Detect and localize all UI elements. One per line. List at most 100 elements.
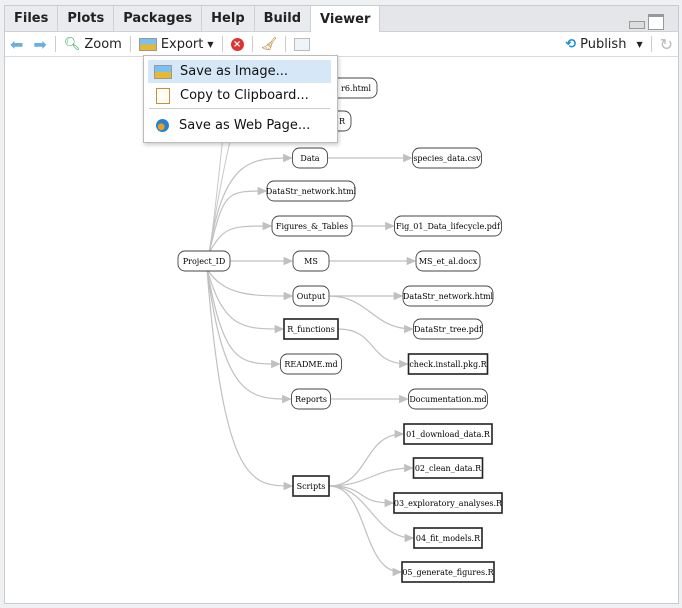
- node-label: Fig_01_Data_lifecycle.pdf: [396, 222, 501, 231]
- node-label: DataStr_network.html: [403, 292, 494, 301]
- tab-build[interactable]: Build: [254, 6, 312, 31]
- diagram-node[interactable]: 04_fit_models.R: [413, 527, 483, 549]
- node-label: DataStr_tree.pdf: [414, 325, 483, 334]
- tab-help[interactable]: Help: [202, 6, 255, 31]
- remove-viewer-button[interactable]: ×: [226, 33, 249, 55]
- directory-tree-diagram: Project_ID r6.html R Data species_data.csv Da…: [177, 56, 503, 583]
- diagram-node[interactable]: Output: [292, 285, 330, 307]
- clipboard-icon: [156, 87, 170, 104]
- menu-item-label: Save as Image...: [180, 64, 289, 79]
- publish-label: Publish: [580, 36, 627, 52]
- zoom-label: Zoom: [84, 36, 122, 52]
- divider: [251, 36, 253, 52]
- node-label: R: [339, 117, 346, 126]
- diagram-node[interactable]: MS_et_al.docx: [415, 250, 481, 272]
- diagram-edge: [208, 153, 293, 254]
- diagram-edge: [328, 295, 414, 334]
- menu-item-copy-to-clipboard[interactable]: Copy to Clipboard...: [148, 84, 331, 107]
- diagram-edge: [328, 485, 403, 577]
- forward-button[interactable]: ➡: [28, 33, 51, 55]
- tab-packages[interactable]: Packages: [114, 6, 203, 31]
- export-label: Export: [160, 36, 204, 52]
- diagram-node[interactable]: Documentation.md: [408, 388, 488, 410]
- publish-button[interactable]: ⟲ Publish ▼: [560, 33, 647, 55]
- diagram-node[interactable]: species_data.csv: [412, 147, 482, 169]
- toolbar: ⬅ ➡ 🔍︎ Zoom Export ▼ × 🧹︎ ⟲ Publish ▼ ↻: [5, 32, 678, 57]
- divider: [129, 36, 131, 52]
- diagram-node[interactable]: 02_clean_data.R: [412, 457, 484, 479]
- popout-button[interactable]: [289, 33, 315, 55]
- node-label: MS_et_al.docx: [419, 257, 478, 266]
- node-label: MS: [304, 257, 318, 266]
- zoom-button[interactable]: 🔍︎ Zoom: [59, 33, 127, 55]
- node-label: check.install.pkg.R: [409, 360, 487, 369]
- tab-files[interactable]: Files: [5, 6, 59, 31]
- menu-item-save-as-image[interactable]: Save as Image...: [148, 60, 331, 83]
- node-label: species_data.csv: [413, 154, 481, 163]
- node-label: README.md: [284, 360, 337, 369]
- viewer-content: Project_ID r6.html R Data species_data.csv Da…: [5, 56, 678, 603]
- node-label: R_functions: [287, 325, 335, 334]
- refresh-button[interactable]: ↻: [655, 33, 678, 55]
- node-label: Data: [300, 154, 319, 163]
- diagram-node[interactable]: Scripts: [292, 475, 330, 497]
- node-label: r6.html: [341, 84, 371, 93]
- node-label: Figures_&_Tables: [276, 222, 348, 231]
- diagram-node[interactable]: DataStr_tree.pdf: [413, 318, 484, 340]
- menu-item-save-as-web-page[interactable]: Save as Web Page...: [148, 114, 331, 137]
- export-button[interactable]: Export ▼: [134, 33, 219, 55]
- diagram-edge: [328, 429, 405, 487]
- diagram-node[interactable]: DataStr_network.html: [266, 180, 357, 202]
- tab-plots[interactable]: Plots: [58, 6, 115, 31]
- arrow-left-icon: ⬅: [10, 34, 24, 54]
- node-label: 05_generate_figures.R: [402, 568, 494, 577]
- diagram-node[interactable]: DataStr_network.html: [402, 285, 494, 307]
- diagram-edge: [206, 268, 281, 369]
- divider: [650, 36, 652, 52]
- arrow-right-icon: ➡: [33, 34, 47, 54]
- globe-icon: [156, 119, 169, 132]
- maximize-icon[interactable]: [648, 14, 664, 30]
- caret-down-icon: ▼: [636, 39, 643, 49]
- clear-all-button[interactable]: 🧹︎: [256, 33, 283, 55]
- diagram-node[interactable]: Project_ID: [177, 250, 231, 272]
- viewer-pane: Files Plots Packages Help Build Viewer ⬅…: [4, 5, 679, 604]
- node-label: Documentation.md: [409, 395, 486, 404]
- image-icon: [138, 37, 157, 51]
- node-label: 03_exploratory_analyses.R: [394, 499, 503, 508]
- tab-viewer[interactable]: Viewer: [311, 6, 381, 32]
- publish-icon: ⟲: [565, 36, 577, 52]
- node-label: Scripts: [297, 482, 326, 491]
- minimize-icon[interactable]: [629, 21, 645, 29]
- menu-item-label: Save as Web Page...: [179, 118, 311, 133]
- diagram-edge: [208, 221, 273, 254]
- diagram-node[interactable]: 03_exploratory_analyses.R: [393, 492, 503, 514]
- node-label: 01_download_data.R: [406, 430, 491, 439]
- tab-bar: Files Plots Packages Help Build Viewer: [5, 6, 678, 32]
- diagram-node[interactable]: README.md: [280, 353, 342, 375]
- diagram-node[interactable]: check.install.pkg.R: [407, 353, 489, 375]
- broom-icon: 🧹︎: [260, 36, 278, 52]
- diagram-node[interactable]: 01_download_data.R: [403, 423, 493, 445]
- magnifier-icon: 🔍︎: [63, 36, 81, 52]
- export-menu: Save as Image... Copy to Clipboard... Sa…: [143, 55, 338, 143]
- diagram-node[interactable]: 05_generate_figures.R: [401, 561, 495, 583]
- back-button[interactable]: ⬅: [5, 33, 28, 55]
- node-label: Reports: [295, 395, 327, 404]
- node-label: 02_clean_data.R: [415, 464, 482, 473]
- diagram-node[interactable]: MS: [292, 250, 330, 272]
- refresh-icon: ↻: [659, 34, 673, 54]
- diagram-node[interactable]: Reports: [291, 388, 331, 410]
- divider: [54, 36, 56, 52]
- diagram-node[interactable]: Figures_&_Tables: [271, 215, 353, 237]
- diagram-node[interactable]: Fig_01_Data_lifecycle.pdf: [394, 215, 502, 237]
- caret-down-icon: ▼: [207, 39, 214, 49]
- diagram-node[interactable]: Data: [292, 147, 328, 169]
- node-label: DataStr_network.html: [266, 187, 357, 196]
- node-label: Project_ID: [183, 257, 226, 266]
- menu-item-label: Copy to Clipboard...: [180, 88, 309, 103]
- divider: [285, 36, 287, 52]
- diagram-edge: [337, 328, 409, 369]
- diagram-node[interactable]: R_functions: [283, 318, 339, 340]
- close-circle-icon: ×: [230, 37, 244, 51]
